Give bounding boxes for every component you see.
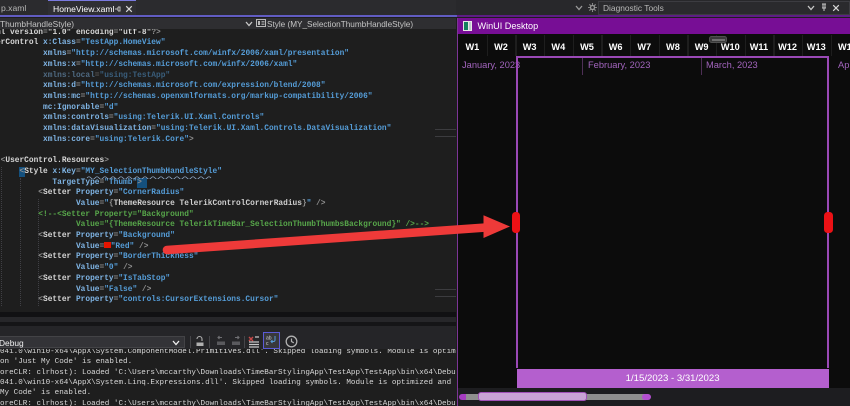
svg-text:c: c	[266, 341, 269, 346]
